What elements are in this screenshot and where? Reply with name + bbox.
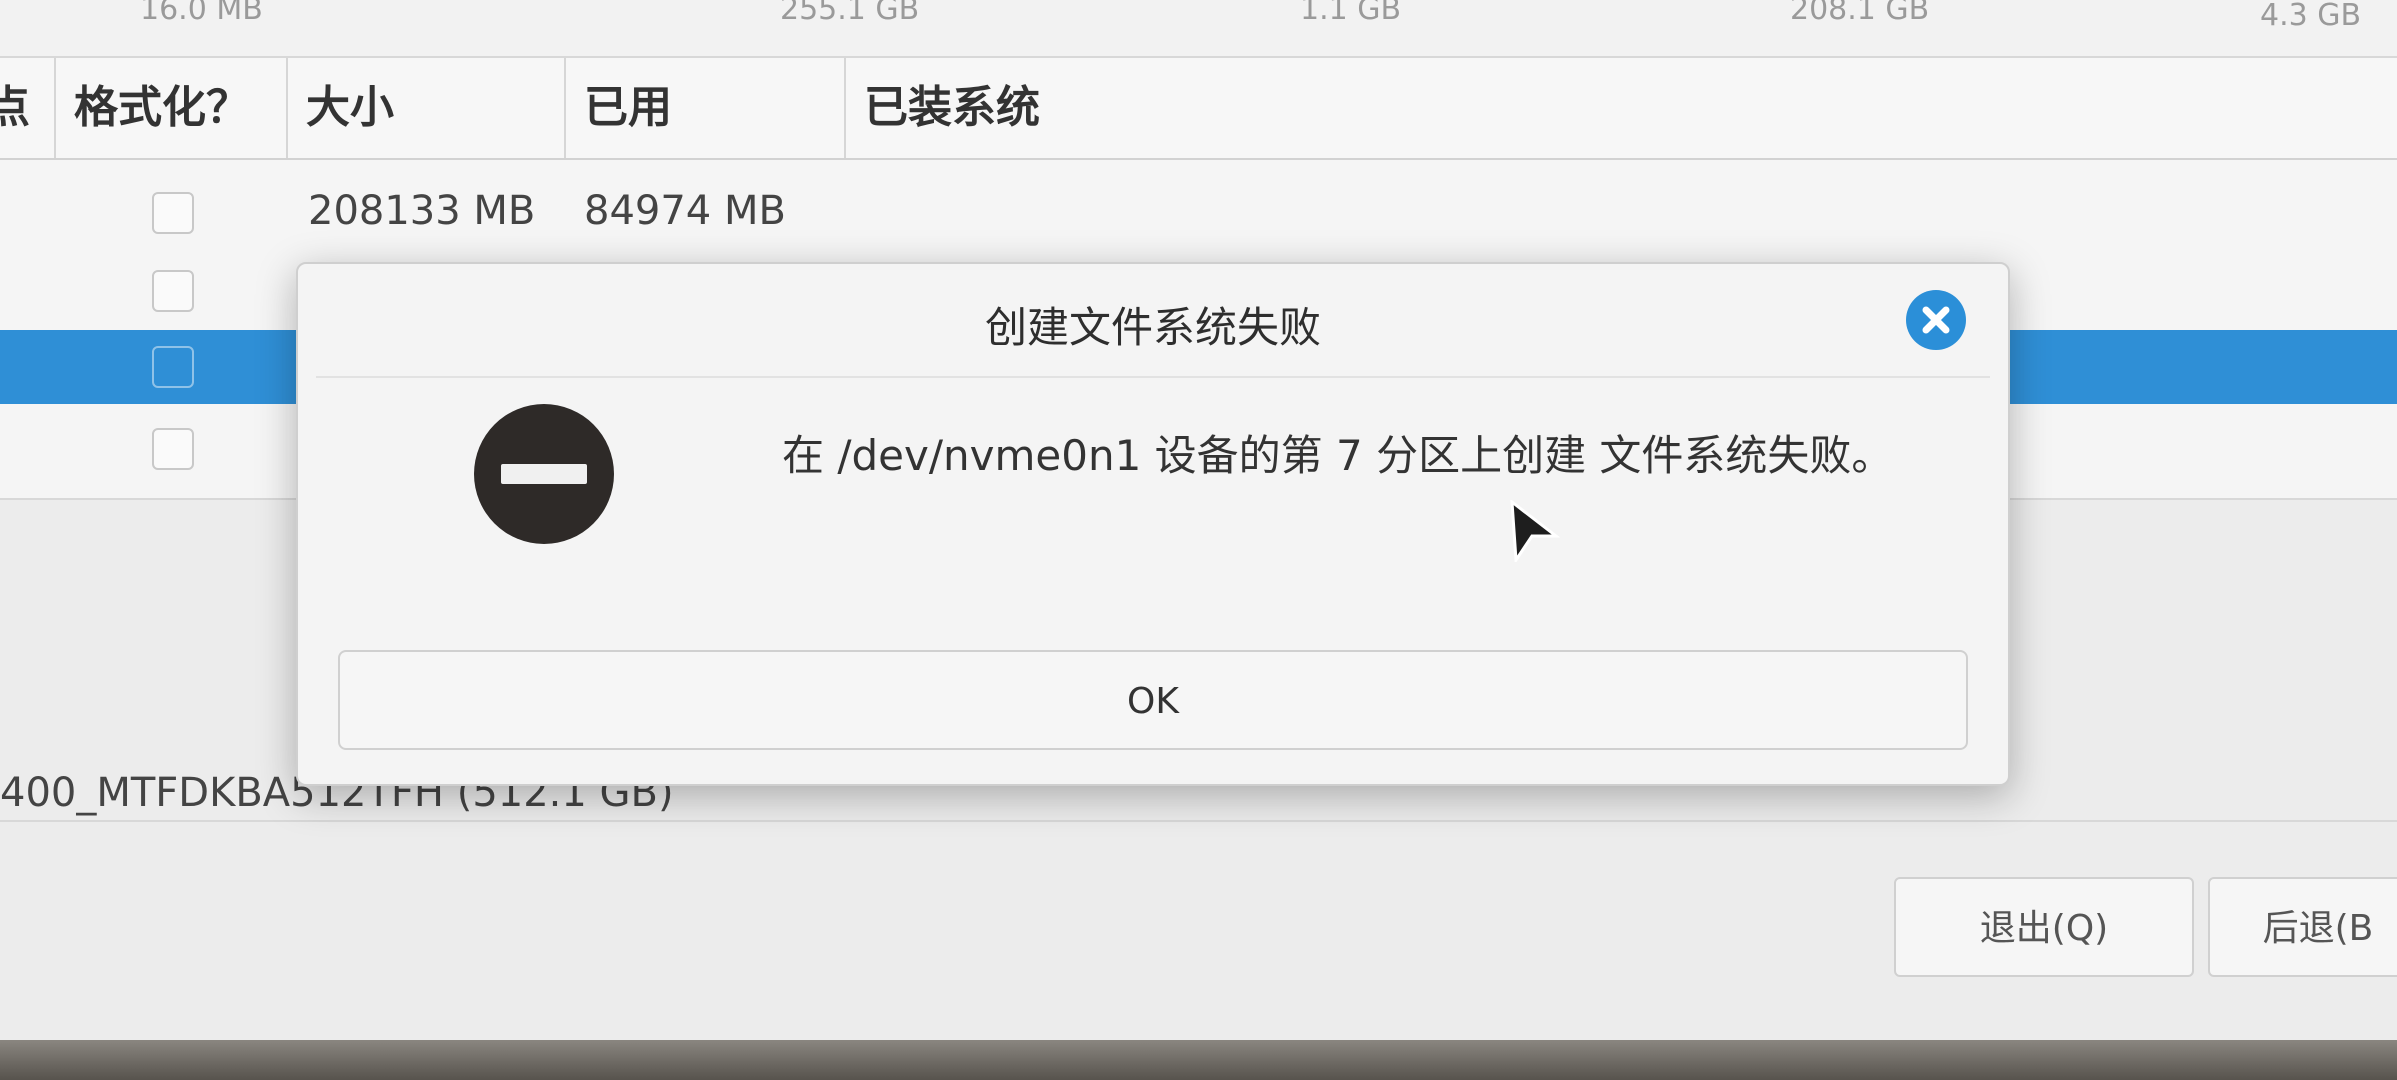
strip-value: 255.1 GB (780, 0, 920, 27)
partition-table-header: 点 格式化？ 大小 已用 已装系统 (0, 58, 2397, 160)
row-size: 208133 MB (308, 188, 536, 234)
strip-value: 16.0 MB (140, 0, 263, 27)
stop-icon (474, 404, 614, 544)
format-checkbox[interactable] (152, 428, 194, 470)
screen-edge (0, 1040, 2397, 1080)
row-used: 84974 MB (584, 188, 786, 234)
strip-value: 1.1 GB (1300, 0, 1402, 27)
strip-value: 208.1 GB (1790, 0, 1930, 27)
column-header-used[interactable]: 已用 (566, 58, 846, 158)
ok-button[interactable]: OK (338, 650, 1968, 750)
partition-size-strip: 16.0 MB 255.1 GB 1.1 GB 208.1 GB 4.3 GB (0, 0, 2397, 58)
format-checkbox[interactable] (152, 270, 194, 312)
column-header-installed-system[interactable]: 已装系统 (846, 58, 2397, 158)
strip-value: 4.3 GB (2260, 0, 2362, 33)
dialog-title: 创建文件系统失败 (984, 303, 1321, 352)
column-header-size[interactable]: 大小 (288, 58, 566, 158)
column-header-mount[interactable]: 点 (0, 58, 56, 158)
mouse-pointer-icon (1510, 500, 1560, 562)
back-button[interactable]: 后退(B (2208, 877, 2397, 977)
stop-icon-bar (501, 464, 587, 484)
close-glyph (1922, 306, 1950, 334)
dialog-message: 在 /dev/nvme0n1 设备的第 7 分区上创建 文件系统失败。 (782, 431, 1894, 480)
quit-button[interactable]: 退出(Q) (1894, 877, 2194, 977)
table-row[interactable]: 208133 MB 84974 MB (0, 160, 2397, 248)
column-header-format[interactable]: 格式化？ (56, 58, 288, 158)
divider (0, 820, 2397, 822)
close-icon[interactable] (1906, 290, 1966, 350)
error-dialog: 创建文件系统失败 在 /dev/nvme0n1 设备的第 7 分区上创建 文件系… (296, 262, 2010, 786)
dialog-divider (316, 376, 1990, 378)
format-checkbox[interactable] (152, 346, 194, 388)
format-checkbox[interactable] (152, 192, 194, 234)
